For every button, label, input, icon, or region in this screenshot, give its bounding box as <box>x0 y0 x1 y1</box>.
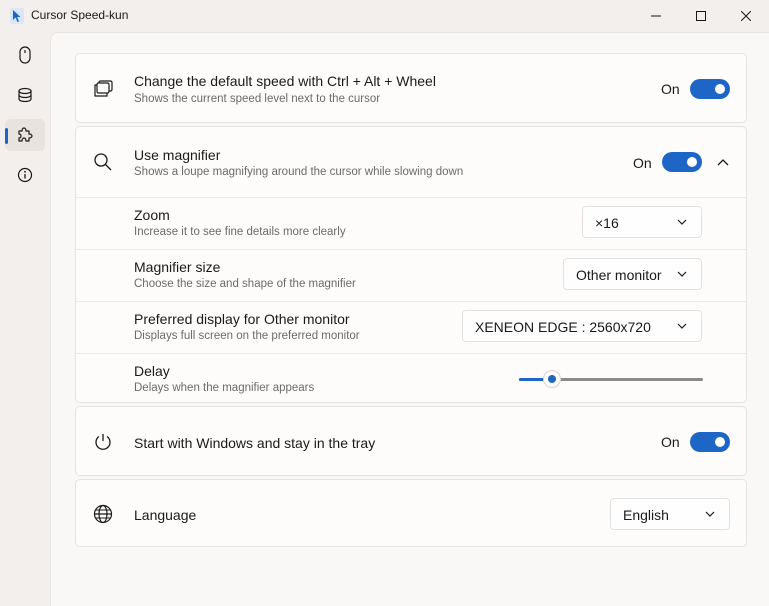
minimize-button[interactable] <box>633 0 679 32</box>
delay-slider[interactable] <box>519 370 703 390</box>
ctrl-alt-wheel-card: Change the default speed with Ctrl + Alt… <box>75 53 747 123</box>
startup-card: Start with Windows and stay in the tray … <box>75 406 747 476</box>
magnifier-size-description: Choose the size and shape of the magnifi… <box>134 278 356 290</box>
magnifier-title: Use magnifier <box>134 147 221 163</box>
app-icon <box>10 8 24 24</box>
magnifier-size-title: Magnifier size <box>134 259 221 275</box>
delay-title: Delay <box>134 363 170 379</box>
nav-item-database[interactable] <box>5 79 45 111</box>
magnifier-card: Use magnifier Shows a loupe magnifying a… <box>75 126 747 403</box>
chevron-down-icon <box>677 219 687 225</box>
zoom-value: ×16 <box>595 215 619 231</box>
nav-item-features[interactable] <box>5 119 45 151</box>
delay-description: Delays when the magnifier appears <box>134 382 315 394</box>
minimize-icon <box>651 15 661 17</box>
ctrl-alt-wheel-toggle-label: On <box>661 81 680 97</box>
toggle-knob <box>715 84 725 94</box>
language-title: Language <box>134 507 197 523</box>
preferred-display-row: Preferred display for Other monitor Disp… <box>76 301 746 354</box>
maximize-icon <box>696 11 706 21</box>
magnifier-size-row: Magnifier size Choose the size and shape… <box>76 249 746 302</box>
magnifier-toggle-label: On <box>633 155 652 171</box>
language-card: Language English <box>75 479 747 547</box>
zoom-row: Zoom Increase it to see fine details mor… <box>76 197 746 250</box>
chevron-down-icon <box>677 323 687 329</box>
startup-title: Start with Windows and stay in the tray <box>134 435 376 451</box>
puzzle-icon <box>18 127 33 142</box>
maximize-button[interactable] <box>678 0 724 32</box>
chevron-down-icon <box>705 511 715 517</box>
globe-icon <box>92 503 114 525</box>
language-dropdown[interactable]: English <box>610 498 730 530</box>
startup-toggle[interactable] <box>690 432 730 452</box>
close-button[interactable] <box>723 0 769 32</box>
info-icon <box>17 167 33 183</box>
magnifier-description: Shows a loupe magnifying around the curs… <box>134 166 464 178</box>
toggle-knob <box>715 437 725 447</box>
nav-item-about[interactable] <box>5 159 45 191</box>
copy-windows-icon <box>92 78 114 100</box>
nav-item-mouse[interactable] <box>5 39 45 71</box>
slider-thumb[interactable] <box>543 370 561 388</box>
database-icon <box>18 87 32 103</box>
preferred-display-title: Preferred display for Other monitor <box>134 311 350 327</box>
power-icon <box>92 431 114 453</box>
zoom-description: Increase it to see fine details more cle… <box>134 226 346 238</box>
close-icon <box>741 11 751 21</box>
selection-indicator <box>5 128 8 144</box>
mouse-icon <box>19 46 31 64</box>
language-value: English <box>623 507 669 523</box>
chevron-down-icon <box>677 271 687 277</box>
ctrl-alt-wheel-toggle[interactable] <box>690 79 730 99</box>
preferred-display-description: Displays full screen on the preferred mo… <box>134 330 360 342</box>
magnifier-toggle[interactable] <box>662 152 702 172</box>
chevron-up-icon[interactable] <box>717 158 729 166</box>
title-bar: Cursor Speed-kun <box>0 0 769 32</box>
startup-toggle-label: On <box>661 434 680 450</box>
zoom-title: Zoom <box>134 207 170 223</box>
navigation-pane <box>0 32 50 606</box>
preferred-display-value: XENEON EDGE : 2560x720 <box>475 319 651 335</box>
ctrl-alt-wheel-description: Shows the current speed level next to th… <box>134 93 381 105</box>
preferred-display-dropdown[interactable]: XENEON EDGE : 2560x720 <box>462 310 702 342</box>
ctrl-alt-wheel-title: Change the default speed with Ctrl + Alt… <box>134 73 436 89</box>
magnifier-header[interactable]: Use magnifier Shows a loupe magnifying a… <box>76 127 746 197</box>
settings-content: Change the default speed with Ctrl + Alt… <box>50 32 769 606</box>
toggle-knob <box>687 157 697 167</box>
zoom-dropdown[interactable]: ×16 <box>582 206 702 238</box>
search-icon <box>92 151 114 173</box>
delay-row: Delay Delays when the magnifier appears <box>76 353 746 404</box>
magnifier-size-dropdown[interactable]: Other monitor <box>563 258 702 290</box>
magnifier-size-value: Other monitor <box>576 267 662 283</box>
window-title: Cursor Speed-kun <box>31 8 129 22</box>
